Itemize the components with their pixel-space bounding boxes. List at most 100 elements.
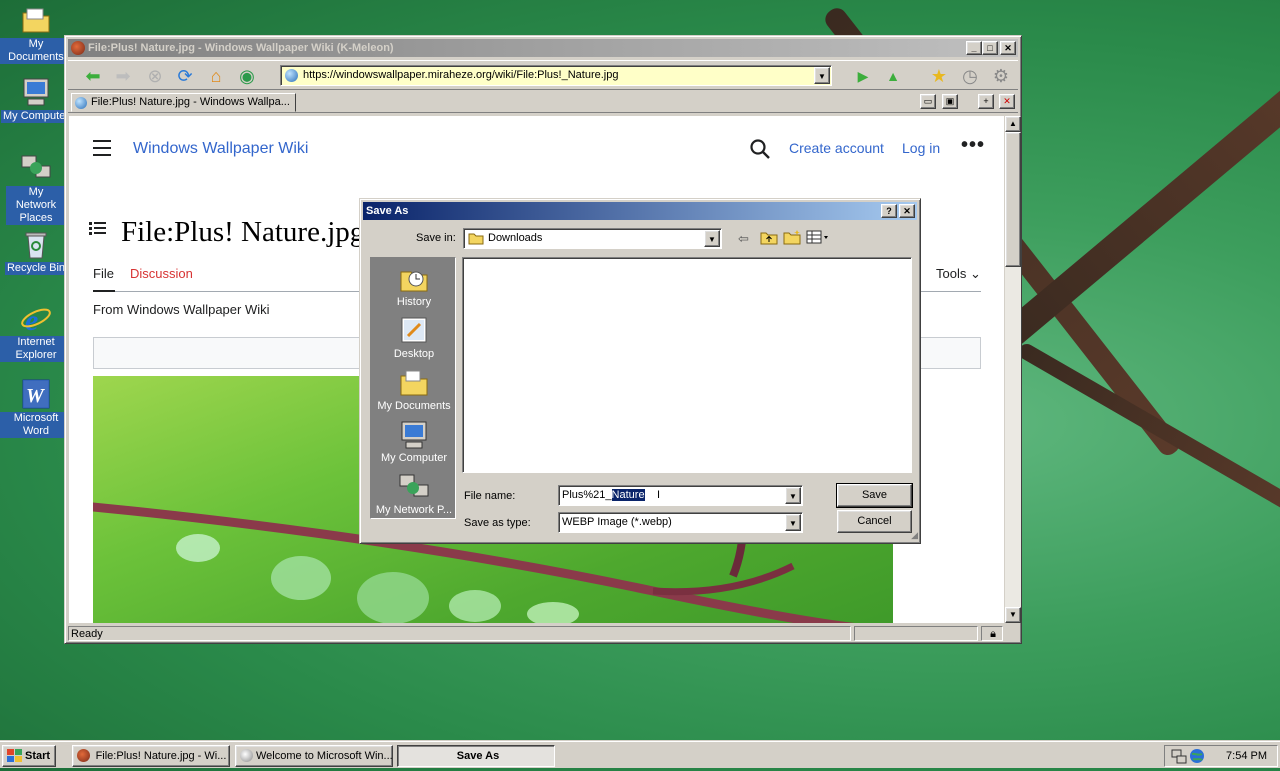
file-name-dropdown-arrow[interactable]: ▼: [785, 487, 801, 504]
network-icon: [398, 472, 430, 502]
system-tray: 7:54 PM: [1164, 745, 1278, 767]
wiki-site-name[interactable]: Windows Wallpaper Wiki: [133, 140, 308, 158]
tab-discussion[interactable]: Discussion: [130, 266, 193, 281]
computer-icon: [20, 76, 52, 108]
view-menu-icon[interactable]: [806, 230, 830, 247]
tab-bar: File:Plus! Nature.jpg - Windows Wallpa..…: [68, 91, 1018, 113]
bookmarks-star-icon[interactable]: ★: [928, 65, 950, 87]
taskbar-button-save-as[interactable]: Save As: [397, 745, 555, 767]
table-of-contents-icon[interactable]: [89, 221, 107, 240]
menu-icon[interactable]: [93, 140, 111, 161]
page-title: File:Plus! Nature.jpg: [121, 216, 365, 248]
vertical-scrollbar[interactable]: ▲ ▼: [1005, 116, 1021, 623]
forward-icon[interactable]: ➡: [112, 65, 134, 87]
up-icon[interactable]: ▲: [882, 65, 904, 87]
save-as-type-label: Save as type:: [464, 517, 531, 529]
more-options-icon[interactable]: •••: [961, 134, 985, 157]
url-text: https://windowswallpaper.miraheze.org/wi…: [303, 69, 619, 81]
desktop-icon-network-places[interactable]: My Network Places: [0, 152, 72, 225]
tab-file[interactable]: File: [93, 266, 114, 281]
url-dropdown-button[interactable]: ▼: [814, 67, 830, 84]
network-icon: [20, 152, 52, 184]
file-list[interactable]: [462, 257, 912, 473]
home-icon[interactable]: ⌂: [205, 65, 227, 87]
site-subtitle: From Windows Wallpaper Wiki: [93, 302, 270, 317]
scroll-up-button[interactable]: ▲: [1005, 116, 1021, 132]
dialog-title: Save As: [366, 205, 409, 217]
place-my-computer[interactable]: My Computer: [371, 420, 457, 464]
create-account-link[interactable]: Create account: [789, 140, 884, 156]
save-in-value: Downloads: [488, 232, 543, 244]
folder-icon: [20, 4, 52, 36]
place-history[interactable]: History: [371, 264, 457, 308]
file-name-text: Plus%21_: [562, 489, 612, 501]
recycle-bin-icon: [20, 228, 52, 260]
back-arrow-icon[interactable]: ⇦: [738, 231, 749, 247]
save-button[interactable]: Save: [836, 483, 913, 508]
desktop-icon-my-documents[interactable]: My Documents: [0, 4, 72, 64]
taskbar-button-browser[interactable]: File:Plus! Nature.jpg - Wi...: [72, 745, 230, 767]
save-in-label: Save in:: [416, 232, 456, 244]
text-cursor-icon: I: [657, 489, 661, 501]
desktop-icon-recycle-bin[interactable]: Recycle Bin: [0, 228, 72, 275]
save-in-dropdown-arrow[interactable]: ▼: [704, 230, 720, 247]
up-folder-icon[interactable]: [760, 229, 778, 248]
reload-icon[interactable]: ⟳: [174, 65, 196, 87]
chevron-down-icon: ⌄: [969, 266, 981, 281]
k-meleon-icon: [77, 749, 90, 762]
search-icon[interactable]: [749, 138, 771, 160]
tools-menu[interactable]: Tools ⌄: [936, 266, 981, 282]
new-tab-button[interactable]: +: [978, 94, 994, 109]
start-button[interactable]: Start: [2, 745, 56, 767]
globe-icon[interactable]: ◉: [236, 65, 258, 87]
help-button[interactable]: ?: [881, 204, 897, 218]
place-network[interactable]: My Network P...: [371, 472, 457, 516]
taskbar: Start File:Plus! Nature.jpg - Wi... Welc…: [0, 740, 1280, 768]
browser-titlebar[interactable]: File:Plus! Nature.jpg - Windows Wallpape…: [68, 39, 1018, 57]
file-name-label: File name:: [464, 490, 516, 502]
back-icon[interactable]: ⬅: [82, 65, 104, 87]
taskbar-button-welcome[interactable]: Welcome to Microsoft Win...: [235, 745, 393, 767]
file-name-field[interactable]: Plus%21_Nature I ▼: [558, 485, 803, 506]
status-text: Ready: [68, 626, 851, 641]
history-icon: [398, 264, 430, 294]
active-tab-underline: [93, 290, 115, 292]
dialog-titlebar[interactable]: Save As ? ✕: [363, 202, 917, 220]
navigation-toolbar: ⬅ ➡ ⊗ ⟳ ⌂ ◉ https://windowswallpaper.mir…: [68, 60, 1018, 90]
resize-grip-icon[interactable]: ◢: [911, 530, 918, 541]
log-in-link[interactable]: Log in: [902, 140, 940, 156]
welcome-icon: [240, 749, 253, 762]
my-computer-icon: [398, 420, 430, 450]
settings-gear-icon[interactable]: ⚙: [990, 65, 1012, 87]
tab-title: File:Plus! Nature.jpg - Windows Wallpa..…: [91, 96, 290, 108]
file-name-selection: Nature: [611, 489, 645, 501]
tab-restore-button[interactable]: ▣: [942, 94, 958, 109]
dialog-close-button[interactable]: ✕: [899, 204, 915, 218]
browser-tab[interactable]: File:Plus! Nature.jpg - Windows Wallpa..…: [71, 93, 296, 112]
cancel-button[interactable]: Cancel: [837, 510, 912, 533]
new-folder-icon[interactable]: [783, 229, 801, 248]
save-as-type-dropdown[interactable]: WEBP Image (*.webp) ▼: [558, 512, 803, 533]
stop-icon[interactable]: ⊗: [144, 65, 166, 87]
go-icon[interactable]: ▶: [852, 65, 874, 87]
history-clock-icon[interactable]: ◷: [959, 65, 981, 87]
url-bar[interactable]: https://windowswallpaper.miraheze.org/wi…: [280, 65, 832, 86]
save-as-type-dropdown-arrow[interactable]: ▼: [785, 514, 801, 531]
place-my-documents[interactable]: My Documents: [371, 368, 457, 412]
clock[interactable]: 7:54 PM: [1226, 746, 1267, 766]
maximize-button[interactable]: □: [982, 41, 998, 55]
windows-logo-icon: [7, 749, 23, 770]
desktop-icon-my-computer[interactable]: My Computer: [0, 76, 72, 123]
scroll-thumb[interactable]: [1005, 132, 1021, 267]
minimize-button[interactable]: _: [966, 41, 982, 55]
tab-minimize-button[interactable]: ▭: [920, 94, 936, 109]
close-tab-button[interactable]: ✕: [999, 94, 1015, 109]
desktop-icon-microsoft-word[interactable]: W Microsoft Word: [0, 378, 72, 438]
my-documents-icon: [398, 368, 430, 398]
desktop-icon-internet-explorer[interactable]: e Internet Explorer: [0, 302, 72, 362]
save-in-dropdown[interactable]: Downloads ▼: [463, 228, 722, 249]
scroll-down-button[interactable]: ▼: [1005, 607, 1021, 623]
place-desktop[interactable]: Desktop: [371, 316, 457, 360]
start-label: Start: [25, 750, 51, 762]
close-button[interactable]: ✕: [1000, 41, 1016, 55]
